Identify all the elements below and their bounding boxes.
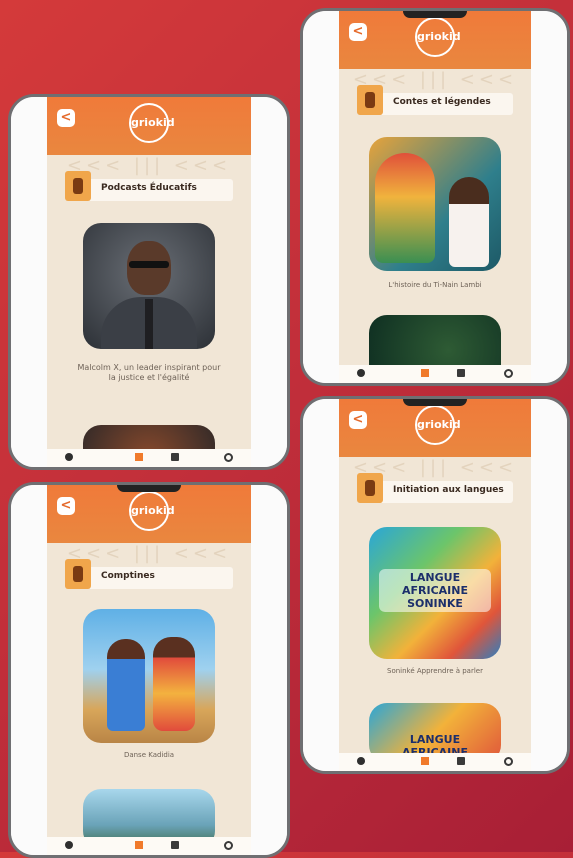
portrait-head bbox=[127, 241, 171, 295]
play-icon[interactable] bbox=[65, 841, 73, 849]
phone-notch bbox=[403, 11, 467, 18]
play-icon[interactable] bbox=[65, 453, 73, 461]
portrait-glasses bbox=[129, 261, 169, 268]
app-logo: griokid bbox=[129, 103, 175, 143]
baobab-icon bbox=[357, 473, 383, 503]
app-header: < griokid bbox=[47, 485, 251, 543]
grid-icon[interactable] bbox=[421, 369, 429, 377]
bottom-nav bbox=[339, 753, 531, 771]
section-header: Podcasts Éducatifs bbox=[65, 171, 233, 201]
app-logo: griokid bbox=[129, 491, 175, 531]
phone-comptines: < griokid <<< ||| <<< Comptines Danse Ka… bbox=[8, 482, 290, 858]
back-button[interactable]: < bbox=[57, 109, 75, 127]
section-header: Contes et légendes bbox=[357, 85, 513, 115]
folder-icon[interactable] bbox=[171, 841, 179, 849]
bottom-nav bbox=[47, 837, 251, 855]
phone-notch bbox=[117, 485, 181, 492]
podcast-card-malcolm-x[interactable] bbox=[83, 223, 215, 349]
mask-icon bbox=[357, 85, 383, 115]
child-figure bbox=[449, 177, 489, 267]
search-icon[interactable] bbox=[504, 369, 513, 378]
language-card-title: LANGUE AFRICAINE SONINKE bbox=[379, 569, 491, 612]
section-title: Comptines bbox=[101, 571, 155, 581]
grid-icon[interactable] bbox=[135, 453, 143, 461]
phone-bezel-left bbox=[11, 97, 47, 467]
play-icon[interactable] bbox=[357, 757, 365, 765]
phone-bezel-left bbox=[303, 11, 339, 383]
phone-notch bbox=[403, 399, 467, 406]
section-title: Initiation aux langues bbox=[393, 485, 504, 495]
search-icon[interactable] bbox=[224, 841, 233, 850]
app-header: < griokid bbox=[339, 11, 531, 69]
phone-bezel-right bbox=[251, 97, 287, 467]
portrait-tie bbox=[145, 299, 153, 349]
card-caption: L'histoire du Ti-Nain Lambi bbox=[388, 281, 482, 289]
app-header: < griokid bbox=[339, 399, 531, 457]
grid-icon[interactable] bbox=[135, 841, 143, 849]
back-button[interactable]: < bbox=[349, 23, 367, 41]
card-caption: Danse Kadidia bbox=[123, 751, 175, 759]
phone-langues: < griokid <<< ||| <<< Initiation aux lan… bbox=[300, 396, 570, 774]
section-title: Contes et légendes bbox=[393, 97, 491, 107]
phone-bezel-left bbox=[303, 399, 339, 771]
phone-bezel-left bbox=[11, 485, 47, 855]
dancer-boy bbox=[107, 639, 145, 731]
grandmother-figure bbox=[375, 153, 435, 263]
bottom-nav bbox=[339, 365, 531, 383]
card-caption: Malcolm X, un leader inspirant pour la j… bbox=[77, 363, 221, 382]
story-card-ti-nain-lambi[interactable] bbox=[369, 137, 501, 271]
bottom-nav bbox=[47, 449, 251, 467]
phone-bezel-right bbox=[251, 485, 287, 855]
song-card-danse-kadidia[interactable] bbox=[83, 609, 215, 743]
folder-icon[interactable] bbox=[457, 757, 465, 765]
phone-contes: < griokid <<< ||| <<< Contes et légendes… bbox=[300, 8, 570, 386]
back-button[interactable]: < bbox=[349, 411, 367, 429]
search-icon[interactable] bbox=[504, 757, 513, 766]
app-screen: < griokid <<< ||| <<< Podcasts Éducatifs… bbox=[47, 97, 251, 467]
folder-icon[interactable] bbox=[457, 369, 465, 377]
app-screen: < griokid <<< ||| <<< Comptines Danse Ka… bbox=[47, 485, 251, 855]
phone-bezel-right bbox=[531, 399, 567, 771]
mask-icon bbox=[65, 171, 91, 201]
search-icon[interactable] bbox=[224, 453, 233, 462]
app-header: < griokid bbox=[47, 97, 251, 155]
app-logo: griokid bbox=[415, 405, 461, 445]
phone-bezel-right bbox=[531, 11, 567, 383]
grid-icon[interactable] bbox=[421, 757, 429, 765]
section-title: Podcasts Éducatifs bbox=[101, 183, 197, 193]
folder-icon[interactable] bbox=[171, 453, 179, 461]
section-header: Initiation aux langues bbox=[357, 473, 513, 503]
section-header: Comptines bbox=[65, 559, 233, 589]
play-icon[interactable] bbox=[357, 369, 365, 377]
app-screen: < griokid <<< ||| <<< Contes et légendes… bbox=[339, 11, 531, 383]
app-logo: griokid bbox=[415, 17, 461, 57]
back-button[interactable]: < bbox=[57, 497, 75, 515]
app-screen: < griokid <<< ||| <<< Initiation aux lan… bbox=[339, 399, 531, 771]
phone-podcasts: < griokid <<< ||| <<< Podcasts Éducatifs… bbox=[8, 94, 290, 470]
drum-icon bbox=[65, 559, 91, 589]
card-caption: Soninké Apprendre à parler bbox=[387, 667, 483, 675]
language-card-soninke[interactable]: LANGUE AFRICAINE SONINKE bbox=[369, 527, 501, 659]
dancer-girl bbox=[153, 637, 195, 731]
